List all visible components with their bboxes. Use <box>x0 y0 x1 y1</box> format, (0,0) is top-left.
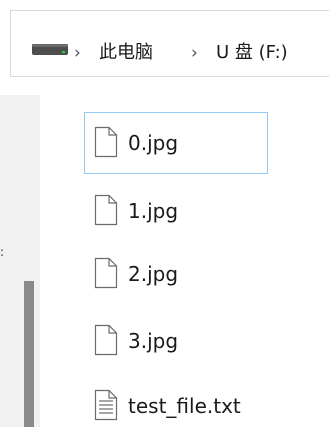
file-name: 1.jpg <box>128 199 179 223</box>
chevron-right-icon[interactable]: › <box>191 43 198 63</box>
breadcrumb-usb-drive[interactable]: U 盘 (F:) <box>216 43 288 63</box>
breadcrumb-this-pc[interactable]: 此电脑 <box>99 43 153 63</box>
text-file-icon <box>94 389 118 421</box>
file-item[interactable]: 2.jpg <box>84 243 268 305</box>
chevron-right-icon[interactable]: › <box>74 43 81 63</box>
file-name: 0.jpg <box>128 131 179 155</box>
image-file-icon <box>94 257 118 289</box>
file-item[interactable]: 0.jpg <box>84 112 268 174</box>
file-name: 3.jpg <box>128 329 179 353</box>
address-bar[interactable]: › 此电脑 › U 盘 (F:) <box>10 10 329 77</box>
nav-pane-scrollbar[interactable] <box>24 281 34 427</box>
nav-pane-text-fragment: : <box>0 245 5 259</box>
file-item[interactable]: 1.jpg <box>84 180 268 242</box>
image-file-icon <box>94 194 118 226</box>
image-file-icon <box>94 126 118 158</box>
file-item[interactable]: test_file.txt <box>84 375 268 437</box>
usb-drive-icon <box>32 44 68 55</box>
file-name: test_file.txt <box>128 394 241 418</box>
file-name: 2.jpg <box>128 262 179 286</box>
image-file-icon <box>94 324 118 356</box>
file-item[interactable]: 3.jpg <box>84 310 268 372</box>
